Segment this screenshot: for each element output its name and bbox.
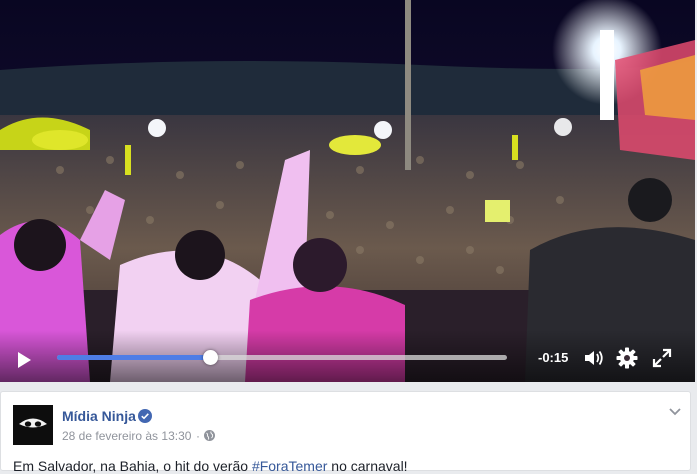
progress-fill xyxy=(57,355,210,360)
avatar[interactable] xyxy=(13,405,53,445)
time-remaining: -0:15 xyxy=(538,350,569,365)
page-name[interactable]: Mídia Ninja xyxy=(62,408,136,424)
hashtag-link[interactable]: #ForaTemer xyxy=(252,458,327,474)
separator-dot: · xyxy=(196,429,200,443)
chevron-down-icon[interactable] xyxy=(668,407,682,417)
post-card: Mídia Ninja 28 de fevereiro às 13:30 · E… xyxy=(0,391,691,474)
progress-bar[interactable] xyxy=(57,350,507,365)
volume-icon[interactable] xyxy=(583,348,605,368)
progress-thumb[interactable] xyxy=(203,350,218,365)
globe-icon[interactable] xyxy=(204,430,215,441)
play-icon[interactable] xyxy=(14,350,34,370)
video-frame xyxy=(0,0,695,382)
fullscreen-icon[interactable] xyxy=(652,348,672,368)
post-text: Em Salvador, na Bahia, o hit do verão #F… xyxy=(13,458,408,474)
post-text-before: Em Salvador, na Bahia, o hit do verão xyxy=(13,458,252,474)
video-player[interactable]: -0:15 xyxy=(0,0,695,382)
post-text-after: no carnaval! xyxy=(327,458,408,474)
gear-icon[interactable] xyxy=(616,347,638,369)
verified-icon xyxy=(138,409,152,423)
post-timestamp[interactable]: 28 de fevereiro às 13:30 xyxy=(62,429,191,443)
video-controls-bar: -0:15 xyxy=(0,330,695,382)
